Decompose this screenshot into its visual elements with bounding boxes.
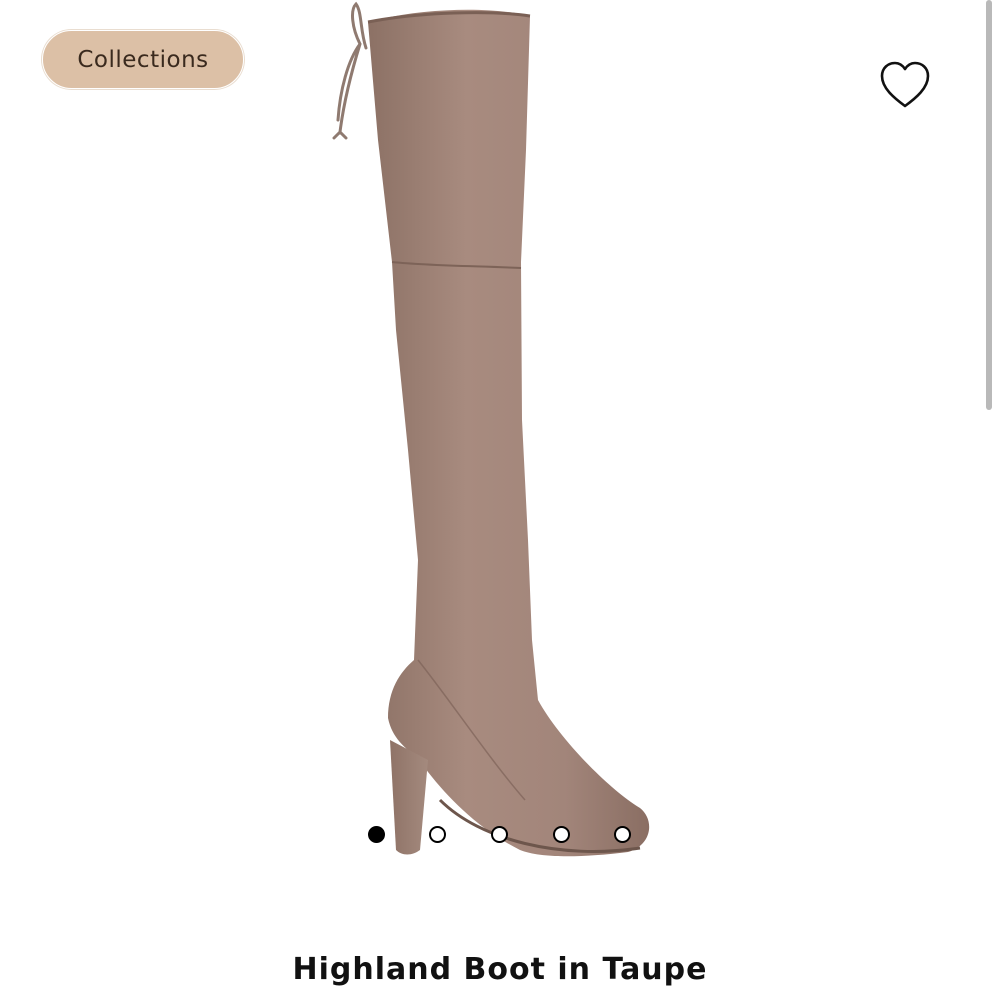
carousel-dot[interactable] [553,826,570,843]
collections-label: Collections [77,46,209,73]
carousel-dot[interactable] [368,826,385,843]
carousel-dot[interactable] [429,826,446,843]
boot-tie [332,1,368,140]
carousel-dot[interactable] [491,826,508,843]
product-image[interactable] [0,0,1000,940]
collections-button[interactable]: Collections [42,30,244,89]
boot-shape [368,9,650,857]
product-page: Collections Highland Boot in Taupe [0,0,1000,1000]
carousel-indicators [365,826,635,850]
heart-icon[interactable] [876,58,934,112]
carousel-dot[interactable] [614,826,631,843]
product-title: Highland Boot in Taupe [292,952,708,987]
scrollbar[interactable] [986,0,992,410]
